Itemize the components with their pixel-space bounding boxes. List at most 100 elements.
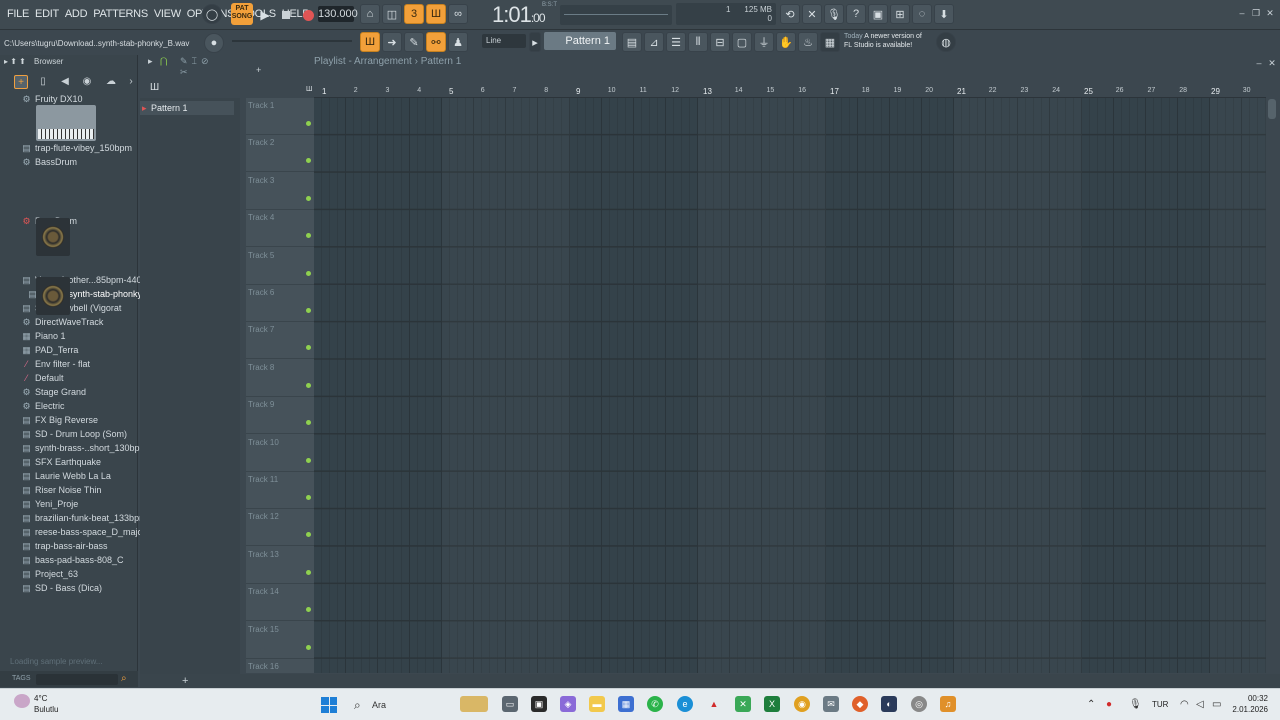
- track-header[interactable]: Track 14: [246, 584, 314, 622]
- browser-item[interactable]: ▤ synth-brass-..short_130bpm: [22, 442, 147, 455]
- track-header[interactable]: Track 6: [246, 285, 314, 322]
- track-mute-led[interactable]: [306, 233, 311, 239]
- menu-file[interactable]: FILE: [4, 6, 32, 22]
- browser-item[interactable]: ▤ Project_63: [22, 568, 78, 581]
- track-header[interactable]: Track 7: [246, 322, 314, 360]
- track-mute-led[interactable]: [306, 644, 311, 650]
- track-header[interactable]: Track 9: [246, 397, 314, 435]
- playlist-menu-icon[interactable]: ▸: [148, 56, 153, 67]
- steam-icon[interactable]: ◐: [881, 696, 897, 712]
- track-mute-led[interactable]: [306, 420, 311, 426]
- track-header[interactable]: Track 3: [246, 173, 314, 210]
- browser-item[interactable]: ▤ SD - Bass (Dica): [22, 582, 102, 595]
- excel-icon[interactable]: X: [764, 696, 780, 712]
- arrow-tool-icon[interactable]: ➜: [382, 32, 402, 52]
- piano-roll-icon[interactable]: ⊿: [644, 32, 664, 52]
- restore-icon[interactable]: ❐: [1251, 8, 1261, 18]
- pat-song-toggle[interactable]: PAT SONG: [231, 3, 253, 25]
- chrome-icon[interactable]: ◉: [794, 696, 810, 712]
- start-icon[interactable]: [321, 697, 337, 713]
- wait-input-icon[interactable]: ◫: [382, 4, 402, 24]
- browser-item[interactable]: ⚙ BassDrum: [22, 156, 77, 169]
- tray-overflow-icon[interactable]: ⌃: [1087, 699, 1095, 710]
- tray-app-icon[interactable]: ●: [1106, 699, 1112, 710]
- track-header[interactable]: Track 12: [246, 509, 314, 547]
- channel-rack-icon[interactable]: ☰: [666, 32, 686, 52]
- pattern-selector[interactable]: Pattern 1: [544, 32, 616, 50]
- browser-item[interactable]: ⁄ Env filter - flat: [22, 358, 90, 371]
- main-pitch-slider[interactable]: [232, 40, 352, 42]
- browser-item[interactable]: ▤ trap-bass-air-bass: [22, 540, 107, 553]
- browser-item[interactable]: ▤ bass-pad-bass-808_C: [22, 554, 123, 567]
- stamp-icon[interactable]: ♟: [448, 32, 468, 52]
- loop-record-icon[interactable]: ∞: [448, 4, 468, 24]
- browser-item[interactable]: ▤ brazilian-funk-beat_133bpm: [22, 512, 146, 525]
- weather-desc[interactable]: Bulutlu: [34, 705, 58, 714]
- pattern-prev-icon[interactable]: ▸: [529, 32, 541, 52]
- pattern-clip-item[interactable]: Pattern 1: [140, 101, 234, 115]
- track-mute-led[interactable]: [306, 532, 311, 538]
- track-mute-led[interactable]: [306, 569, 311, 575]
- hint-knob-icon[interactable]: ◯: [202, 4, 222, 24]
- playlist-window-icon[interactable]: ▤: [622, 32, 642, 52]
- undo-history-icon[interactable]: ⟲: [780, 4, 800, 24]
- browser-all-icon[interactable]: +: [14, 75, 28, 89]
- track-mute-led[interactable]: [306, 121, 311, 126]
- fl-studio-icon[interactable]: ♫: [940, 696, 956, 712]
- record-button[interactable]: [298, 5, 318, 25]
- menu-add[interactable]: ADD: [62, 6, 90, 22]
- whatsapp-icon[interactable]: ✆: [647, 696, 663, 712]
- browser-item[interactable]: ▤ Riser Noise Thin: [22, 484, 101, 497]
- wifi-icon[interactable]: ◠: [1180, 699, 1189, 710]
- browser-item[interactable]: ⚙ DirectWaveTrack: [22, 316, 103, 329]
- copilot-icon[interactable]: ◈: [560, 696, 576, 712]
- plugin-picker-icon[interactable]: ⏚: [754, 32, 774, 52]
- online-icon[interactable]: ◍: [936, 32, 956, 52]
- menu-view[interactable]: VIEW: [151, 6, 184, 22]
- clock-time[interactable]: 00:32: [1228, 694, 1268, 703]
- plugin-database-icon[interactable]: ▢: [732, 32, 752, 52]
- track-mute-led[interactable]: [306, 158, 311, 164]
- track-header[interactable]: Track 13: [246, 547, 314, 584]
- track-mute-led[interactable]: [306, 382, 311, 388]
- copilot-decoration-icon[interactable]: [460, 696, 488, 712]
- playlist-close-icon[interactable]: ✕: [1267, 58, 1277, 68]
- brave-icon[interactable]: ◆: [852, 696, 868, 712]
- browser-item[interactable]: ▤ SFX Earthquake: [22, 456, 101, 469]
- browser-item[interactable]: ▤ trap-flute-vibey_150bpm: [22, 142, 132, 155]
- save-icon[interactable]: ▣: [868, 4, 888, 24]
- weather-temp[interactable]: 4°C: [34, 694, 47, 703]
- terminal-icon[interactable]: ▣: [531, 696, 547, 712]
- browser-current-project-icon[interactable]: ▯: [36, 75, 50, 89]
- search-icon[interactable]: ⌕: [121, 673, 127, 684]
- language-indicator[interactable]: TUR: [1152, 700, 1168, 709]
- track-header[interactable]: Track 5: [246, 248, 314, 285]
- add-pattern-icon[interactable]: +: [256, 65, 261, 75]
- download-icon[interactable]: ⬇: [934, 4, 954, 24]
- track-header[interactable]: Track 15: [246, 622, 314, 659]
- track-header[interactable]: Track 4: [246, 210, 314, 248]
- browser-arrows-icon[interactable]: ▸ ⬆ ⬆: [4, 55, 26, 69]
- menu-patterns[interactable]: PATTERNS: [90, 6, 151, 22]
- bassdrum-thumbnail[interactable]: [36, 218, 70, 256]
- touch-controller-icon[interactable]: ✋: [776, 32, 796, 52]
- microphone-tray-icon[interactable]: 🎙: [1129, 699, 1142, 710]
- browser-item[interactable]: ▤ reese-bass-space_D_major: [22, 526, 145, 539]
- mixer-window-icon[interactable]: ⫴: [688, 32, 708, 52]
- snap-selector[interactable]: Line: [482, 34, 526, 48]
- battery-icon[interactable]: ▭: [1212, 699, 1221, 710]
- menu-edit[interactable]: EDIT: [32, 6, 62, 22]
- gift-icon[interactable]: ♨: [798, 32, 818, 52]
- news-panel-icon[interactable]: ▦: [820, 32, 840, 52]
- minimize-icon[interactable]: –: [1237, 8, 1247, 18]
- add-track-button[interactable]: +: [182, 675, 188, 687]
- fruity-dx10-thumbnail[interactable]: [36, 105, 96, 141]
- browser-item[interactable]: ⁄ Default: [22, 372, 64, 385]
- browser-window-icon[interactable]: ⊟: [710, 32, 730, 52]
- snap-icon[interactable]: Ш: [306, 86, 312, 93]
- playlist-tool-icon[interactable]: Ш: [360, 32, 380, 52]
- volume-icon[interactable]: ◁: [1196, 699, 1204, 710]
- browser-item[interactable]: ▤ Laurie Webb La La: [22, 470, 111, 483]
- browser-item[interactable]: ⚙ Stage Grand: [22, 386, 86, 399]
- close-icon[interactable]: ✕: [1265, 8, 1275, 18]
